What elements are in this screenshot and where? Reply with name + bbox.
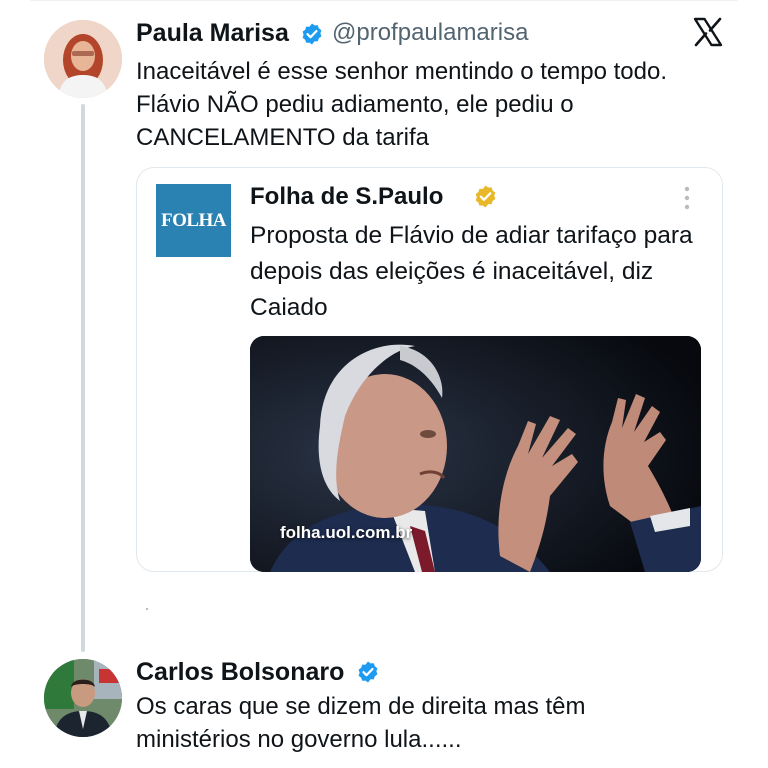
- verified-badge-icon: [358, 661, 378, 683]
- gold-verified-badge-icon: [475, 185, 496, 208]
- tweet-text: Inaceitável é esse senhor mentindo o tem…: [136, 58, 667, 151]
- separator-dot: [146, 608, 148, 610]
- quoted-author-name[interactable]: Folha de S.Paulo: [250, 182, 443, 212]
- more-options-icon[interactable]: [681, 185, 693, 211]
- image-source-domain: folha.uol.com.br: [280, 523, 413, 542]
- avatar-portrait-icon: [44, 20, 122, 98]
- thread-connector-line: [81, 104, 85, 652]
- reply-text: Os caras que se dizem de direita mas têm…: [136, 693, 586, 753]
- reply-author-name[interactable]: Carlos Bolsonaro: [136, 657, 344, 687]
- avatar-paula-marisa[interactable]: [44, 20, 122, 98]
- screenshot-root: Paula Marisa @profpaulamarisa Inaceitáve…: [0, 0, 768, 768]
- avatar-portrait-icon: [44, 659, 122, 737]
- top-divider: [30, 0, 738, 1]
- quoted-headline: Proposta de Flávio de adiar tarifaço par…: [250, 222, 693, 321]
- x-logo-icon: [693, 17, 723, 47]
- verified-badge-icon: [302, 23, 322, 45]
- author-name[interactable]: Paula Marisa: [136, 18, 289, 48]
- author-handle[interactable]: @profpaulamarisa: [332, 18, 528, 48]
- avatar-carlos-bolsonaro[interactable]: [44, 659, 122, 737]
- folha-logo[interactable]: FOLHA: [156, 184, 231, 257]
